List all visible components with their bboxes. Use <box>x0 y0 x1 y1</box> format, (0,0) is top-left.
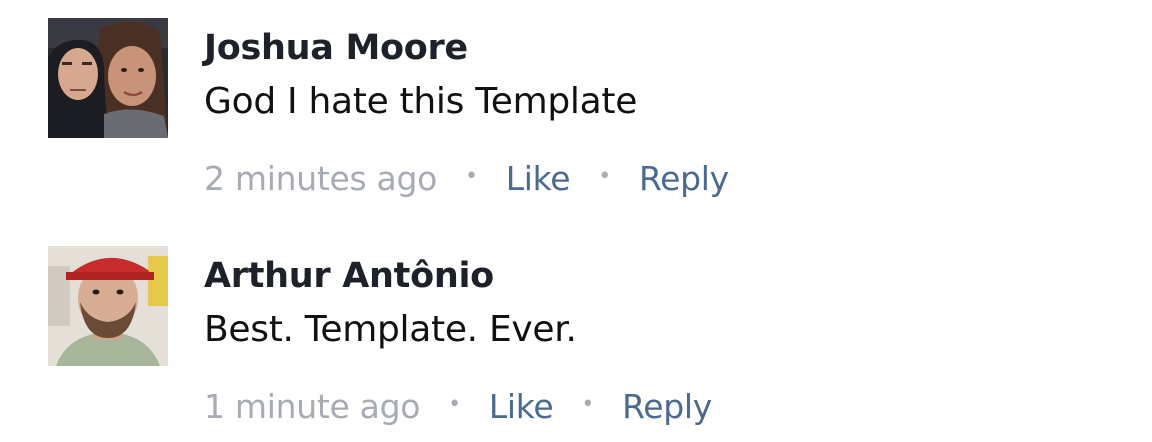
comment-timestamp[interactable]: 2 minutes ago <box>204 159 437 198</box>
comment-author[interactable]: Joshua Moore <box>204 28 468 68</box>
separator-dot: • <box>598 163 611 189</box>
comment-text: Best. Template. Ever. <box>204 309 577 350</box>
reply-button[interactable]: Reply <box>639 159 729 198</box>
comment-meta: 1 minute ago • Like • Reply <box>204 386 712 426</box>
comment-timestamp[interactable]: 1 minute ago <box>204 387 420 426</box>
reply-button[interactable]: Reply <box>622 387 712 426</box>
like-button[interactable]: Like <box>506 159 571 198</box>
like-button[interactable]: Like <box>489 387 554 426</box>
comment-author[interactable]: Arthur Antônio <box>204 256 494 296</box>
avatar[interactable] <box>48 246 168 366</box>
avatar-photo <box>48 246 168 366</box>
comment-meta: 2 minutes ago • Like • Reply <box>204 158 729 198</box>
comment-text: God I hate this Template <box>204 81 638 122</box>
avatar-photo <box>48 18 168 138</box>
separator-dot: • <box>448 391 461 417</box>
avatar[interactable] <box>48 18 168 138</box>
separator-dot: • <box>465 163 478 189</box>
separator-dot: • <box>581 391 595 417</box>
